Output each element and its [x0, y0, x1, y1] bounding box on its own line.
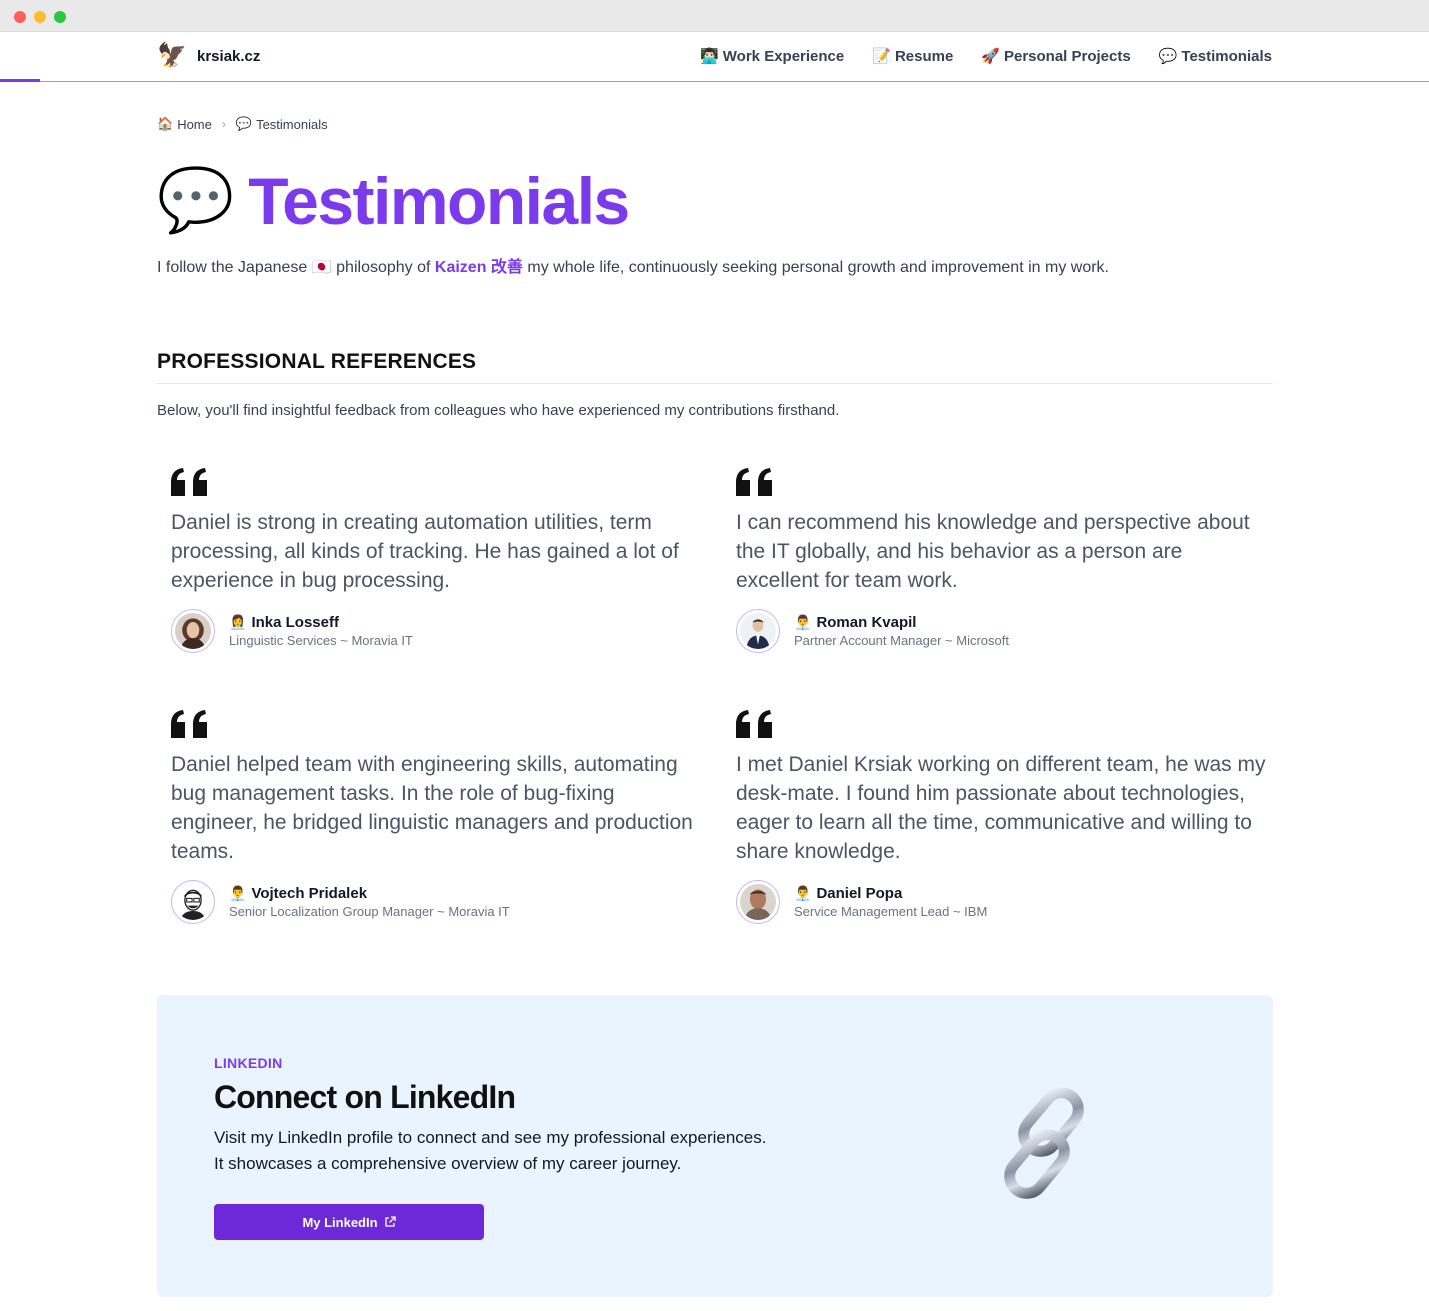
- nav-link-personal-projects[interactable]: 🚀 Personal Projects: [981, 47, 1131, 66]
- banner-description: Visit my LinkedIn profile to connect and…: [214, 1125, 854, 1177]
- testimonial-quote: I can recommend his knowledge and perspe…: [736, 511, 1250, 592]
- intro-text-before: I follow the Japanese: [157, 259, 308, 276]
- author-role: Linguistic Services ~ Moravia IT: [229, 633, 413, 648]
- chain-link-icon: [1004, 1087, 1084, 1199]
- speech-bubble-icon: 💬: [1158, 48, 1178, 65]
- chevron-right-icon: ›: [221, 117, 226, 131]
- banner-title: Connect on LinkedIn: [214, 1079, 516, 1115]
- window-titlebar: [0, 0, 1429, 32]
- quote-mark-icon: [171, 710, 207, 738]
- technologist-icon: 👨🏻‍💻: [700, 48, 719, 65]
- window-minimize-button[interactable]: [34, 11, 46, 23]
- testimonial-quote: Daniel is strong in creating automation …: [171, 511, 679, 592]
- page-title: 💬 Testimonials: [157, 163, 630, 239]
- breadcrumb: 🏠 Home › 💬 Testimonials: [157, 116, 328, 132]
- testimonial-card: I met Daniel Krsiak working on different…: [736, 710, 1266, 924]
- section-description: Below, you'll find insightful feedback f…: [157, 402, 840, 419]
- section-title: PROFESSIONAL REFERENCES: [157, 350, 477, 373]
- nav-link-label: Work Experience: [722, 47, 845, 65]
- top-navigation: 🦅 krsiak.cz 👨🏻‍💻 Work Experience 📝 Resum…: [0, 32, 1429, 82]
- speech-bubble-icon: 💬: [235, 116, 253, 131]
- author-name: Inka Losseff: [251, 614, 339, 631]
- banner-description-line: Visit my LinkedIn profile to connect and…: [214, 1128, 767, 1147]
- testimonial-author: 👩‍💼 Inka Losseff Linguistic Services ~ M…: [171, 609, 701, 653]
- avatar: [171, 609, 215, 653]
- author-role: Partner Account Manager ~ Microsoft: [794, 633, 1009, 648]
- banner-description-line: It showcases a comprehensive overview of…: [214, 1154, 682, 1173]
- person-icon: 👨‍💼: [229, 885, 247, 901]
- person-icon: 👨‍💼: [794, 885, 812, 901]
- testimonial-author: 👨‍💼 Daniel Popa Service Management Lead …: [736, 880, 1266, 924]
- person-icon: 👨‍💼: [794, 614, 812, 630]
- testimonial-quote: Daniel helped team with engineering skil…: [171, 753, 693, 863]
- breadcrumb-current: 💬 Testimonials: [236, 116, 328, 132]
- memo-icon: 📝: [872, 48, 891, 65]
- brand-name: krsiak.cz: [197, 47, 261, 65]
- author-name: Vojtech Pridalek: [251, 885, 368, 902]
- kaizen-link[interactable]: Kaizen 改善: [435, 259, 523, 276]
- eagle-icon: 🦅: [157, 42, 187, 69]
- breadcrumb-home[interactable]: 🏠 Home: [157, 116, 212, 132]
- nav-link-label: Resume: [894, 47, 954, 65]
- intro-paragraph: I follow the Japanese 🇯🇵 philosophy of K…: [157, 253, 1109, 277]
- author-name: Roman Kvapil: [816, 614, 917, 631]
- external-link-icon: [384, 1216, 396, 1227]
- testimonial-author: 👨‍💼 Roman Kvapil Partner Account Manager…: [736, 609, 1266, 653]
- person-icon: 👩‍💼: [229, 614, 247, 630]
- nav-link-label: Testimonials: [1181, 47, 1272, 65]
- brand-link[interactable]: 🦅 krsiak.cz: [157, 41, 260, 71]
- author-role: Senior Localization Group Manager ~ Mora…: [229, 904, 510, 919]
- rocket-icon: 🚀: [981, 48, 1000, 65]
- breadcrumb-home-label: Home: [177, 116, 212, 132]
- nav-links: 👨🏻‍💻 Work Experience 📝 Resume 🚀 Personal…: [700, 47, 1272, 66]
- testimonial-card: I can recommend his knowledge and perspe…: [736, 468, 1266, 653]
- nav-link-label: Personal Projects: [1003, 47, 1131, 65]
- breadcrumb-current-label: Testimonials: [256, 116, 328, 132]
- window-close-button[interactable]: [14, 11, 26, 23]
- author-name: Daniel Popa: [816, 885, 903, 902]
- my-linkedin-button[interactable]: My LinkedIn: [214, 1204, 484, 1240]
- linkedin-banner: LINKEDIN Connect on LinkedIn Visit my Li…: [157, 995, 1273, 1297]
- testimonial-quote: I met Daniel Krsiak working on different…: [736, 753, 1266, 863]
- japan-flag-icon: 🇯🇵: [311, 259, 332, 276]
- quote-mark-icon: [736, 710, 772, 738]
- nav-link-testimonials[interactable]: 💬 Testimonials: [1158, 47, 1272, 66]
- avatar: [736, 609, 780, 653]
- button-label: My LinkedIn: [302, 1214, 378, 1230]
- scroll-progress-bar: [0, 79, 40, 82]
- avatar: [736, 880, 780, 924]
- testimonial-author: 👨‍💼 Vojtech Pridalek Senior Localization…: [171, 880, 701, 924]
- page-title-text: Testimonials: [248, 164, 630, 238]
- banner-kicker: LINKEDIN: [214, 1055, 283, 1071]
- avatar: [171, 880, 215, 924]
- intro-text-middle: philosophy of: [336, 259, 431, 276]
- author-role: Service Management Lead ~ IBM: [794, 904, 988, 919]
- testimonial-card: Daniel helped team with engineering skil…: [171, 710, 701, 924]
- section-divider: [157, 383, 1273, 384]
- testimonial-card: Daniel is strong in creating automation …: [171, 468, 701, 653]
- quote-mark-icon: [171, 468, 207, 496]
- house-icon: 🏠: [157, 116, 174, 131]
- speech-bubble-icon: 💬: [157, 166, 235, 235]
- nav-link-resume[interactable]: 📝 Resume: [872, 47, 954, 66]
- nav-link-work-experience[interactable]: 👨🏻‍💻 Work Experience: [700, 47, 845, 66]
- intro-text-after: my whole life, continuously seeking pers…: [527, 259, 1109, 276]
- quote-mark-icon: [736, 468, 772, 496]
- window-maximize-button[interactable]: [54, 11, 66, 23]
